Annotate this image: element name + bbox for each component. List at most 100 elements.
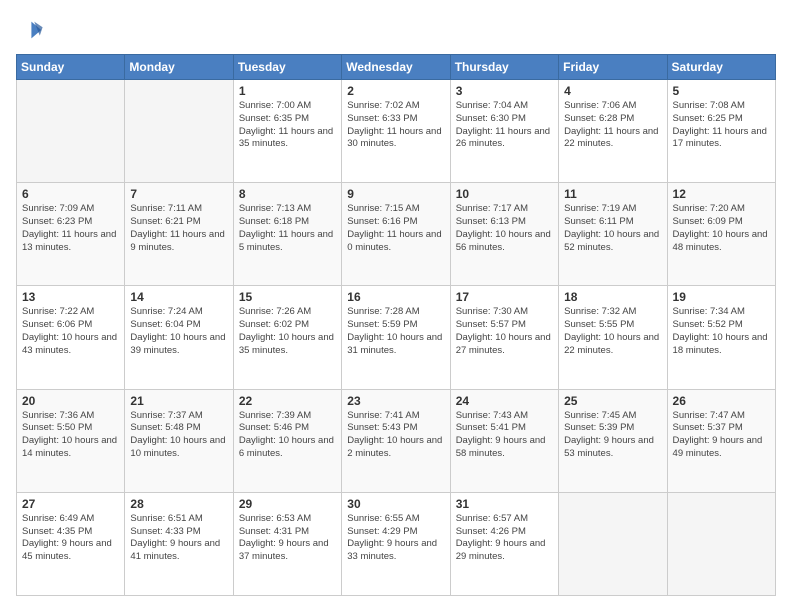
cell-sun-info: Sunrise: 7:39 AMSunset: 5:46 PMDaylight:… (239, 410, 336, 461)
cell-sun-info: Sunrise: 7:43 AMSunset: 5:41 PMDaylight:… (456, 410, 553, 461)
calendar-cell: 23 Sunrise: 7:41 AMSunset: 5:43 PMDayligh… (342, 389, 450, 492)
calendar-cell: 18 Sunrise: 7:32 AMSunset: 5:55 PMDayligh… (559, 286, 667, 389)
calendar-cell: 27 Sunrise: 6:49 AMSunset: 4:35 PMDayligh… (17, 492, 125, 595)
calendar-cell: 1Sunrise: 7:00 AMSunset: 6:35 PMDaylight… (233, 80, 341, 183)
day-number: 10 (456, 187, 553, 201)
calendar-cell: 21 Sunrise: 7:37 AMSunset: 5:48 PMDayligh… (125, 389, 233, 492)
cell-sun-info: Sunrise: 7:19 AMSunset: 6:11 PMDaylight:… (564, 203, 661, 254)
cell-sun-info: Sunrise: 6:49 AMSunset: 4:35 PMDaylight:… (22, 513, 119, 564)
weekday-header-sunday: Sunday (17, 55, 125, 80)
day-number: 4 (564, 84, 661, 98)
cell-sun-info: Sunrise: 7:30 AMSunset: 5:57 PMDaylight:… (456, 306, 553, 357)
weekday-header-monday: Monday (125, 55, 233, 80)
day-number: 14 (130, 290, 227, 304)
day-number: 11 (564, 187, 661, 201)
weekday-header-row: SundayMondayTuesdayWednesdayThursdayFrid… (17, 55, 776, 80)
calendar-cell: 2Sunrise: 7:02 AMSunset: 6:33 PMDaylight… (342, 80, 450, 183)
cell-sun-info: Sunrise: 7:08 AMSunset: 6:25 PMDaylight:… (673, 100, 770, 151)
cell-sun-info: Sunrise: 7:24 AMSunset: 6:04 PMDaylight:… (130, 306, 227, 357)
cell-sun-info: Sunrise: 7:34 AMSunset: 5:52 PMDaylight:… (673, 306, 770, 357)
weekday-header-wednesday: Wednesday (342, 55, 450, 80)
calendar-cell: 6 Sunrise: 7:09 AMSunset: 6:23 PMDaylight… (17, 183, 125, 286)
day-number: 29 (239, 497, 336, 511)
day-number: 17 (456, 290, 553, 304)
calendar-cell: 3 Sunrise: 7:04 AMSunset: 6:30 PMDaylight… (450, 80, 558, 183)
calendar-cell (125, 80, 233, 183)
calendar-cell: 10 Sunrise: 7:17 AMSunset: 6:13 PMDayligh… (450, 183, 558, 286)
calendar-cell (559, 492, 667, 595)
cell-sun-info: Sunrise: 7:36 AMSunset: 5:50 PMDaylight:… (22, 410, 119, 461)
calendar-cell: 7Sunrise: 7:11 AMSunset: 6:21 PMDaylight… (125, 183, 233, 286)
cell-sun-info: Sunrise: 7:47 AMSunset: 5:37 PMDaylight:… (673, 410, 770, 461)
week-row-4: 20 Sunrise: 7:36 AMSunset: 5:50 PMDayligh… (17, 389, 776, 492)
cell-sun-info: Sunrise: 7:11 AMSunset: 6:21 PMDaylight:… (130, 203, 227, 254)
cell-sun-info: Sunrise: 7:13 AMSunset: 6:18 PMDaylight:… (239, 203, 336, 254)
day-number: 19 (673, 290, 770, 304)
day-number: 21 (130, 394, 227, 408)
cell-sun-info: Sunrise: 7:45 AMSunset: 5:39 PMDaylight:… (564, 410, 661, 461)
header (16, 16, 776, 44)
calendar-cell: 20 Sunrise: 7:36 AMSunset: 5:50 PMDayligh… (17, 389, 125, 492)
week-row-2: 6 Sunrise: 7:09 AMSunset: 6:23 PMDaylight… (17, 183, 776, 286)
cell-sun-info: Sunrise: 7:37 AMSunset: 5:48 PMDaylight:… (130, 410, 227, 461)
day-number: 9 (347, 187, 444, 201)
cell-sun-info: Sunrise: 7:04 AMSunset: 6:30 PMDaylight:… (456, 100, 553, 151)
day-number: 18 (564, 290, 661, 304)
calendar-cell: 26 Sunrise: 7:47 AMSunset: 5:37 PMDayligh… (667, 389, 775, 492)
week-row-1: 1Sunrise: 7:00 AMSunset: 6:35 PMDaylight… (17, 80, 776, 183)
cell-sun-info: Sunrise: 7:32 AMSunset: 5:55 PMDaylight:… (564, 306, 661, 357)
calendar-cell: 8 Sunrise: 7:13 AMSunset: 6:18 PMDaylight… (233, 183, 341, 286)
logo (16, 16, 48, 44)
cell-sun-info: Sunrise: 7:22 AMSunset: 6:06 PMDaylight:… (22, 306, 119, 357)
week-row-5: 27 Sunrise: 6:49 AMSunset: 4:35 PMDayligh… (17, 492, 776, 595)
calendar-cell: 24 Sunrise: 7:43 AMSunset: 5:41 PMDayligh… (450, 389, 558, 492)
cell-sun-info: Sunrise: 6:57 AMSunset: 4:26 PMDaylight:… (456, 513, 553, 564)
day-number: 20 (22, 394, 119, 408)
cell-sun-info: Sunrise: 6:53 AMSunset: 4:31 PMDaylight:… (239, 513, 336, 564)
calendar-cell: 4Sunrise: 7:06 AMSunset: 6:28 PMDaylight… (559, 80, 667, 183)
calendar-cell: 14 Sunrise: 7:24 AMSunset: 6:04 PMDayligh… (125, 286, 233, 389)
cell-sun-info: Sunrise: 7:15 AMSunset: 6:16 PMDaylight:… (347, 203, 444, 254)
cell-sun-info: Sunrise: 7:26 AMSunset: 6:02 PMDaylight:… (239, 306, 336, 357)
cell-sun-info: Sunrise: 7:41 AMSunset: 5:43 PMDaylight:… (347, 410, 444, 461)
calendar-cell: 16Sunrise: 7:28 AMSunset: 5:59 PMDayligh… (342, 286, 450, 389)
day-number: 8 (239, 187, 336, 201)
calendar-cell: 11 Sunrise: 7:19 AMSunset: 6:11 PMDayligh… (559, 183, 667, 286)
calendar-cell: 19 Sunrise: 7:34 AMSunset: 5:52 PMDayligh… (667, 286, 775, 389)
cell-sun-info: Sunrise: 7:02 AMSunset: 6:33 PMDaylight:… (347, 100, 444, 151)
weekday-header-tuesday: Tuesday (233, 55, 341, 80)
week-row-3: 13 Sunrise: 7:22 AMSunset: 6:06 PMDayligh… (17, 286, 776, 389)
day-number: 13 (22, 290, 119, 304)
day-number: 23 (347, 394, 444, 408)
calendar-cell (667, 492, 775, 595)
calendar-cell: 31 Sunrise: 6:57 AMSunset: 4:26 PMDayligh… (450, 492, 558, 595)
cell-sun-info: Sunrise: 7:17 AMSunset: 6:13 PMDaylight:… (456, 203, 553, 254)
cell-sun-info: Sunrise: 7:28 AMSunset: 5:59 PMDaylight:… (347, 306, 444, 357)
calendar-cell: 30Sunrise: 6:55 AMSunset: 4:29 PMDayligh… (342, 492, 450, 595)
day-number: 31 (456, 497, 553, 511)
day-number: 22 (239, 394, 336, 408)
calendar-cell (17, 80, 125, 183)
cell-sun-info: Sunrise: 6:51 AMSunset: 4:33 PMDaylight:… (130, 513, 227, 564)
day-number: 30 (347, 497, 444, 511)
day-number: 24 (456, 394, 553, 408)
calendar-cell: 9 Sunrise: 7:15 AMSunset: 6:16 PMDaylight… (342, 183, 450, 286)
day-number: 25 (564, 394, 661, 408)
calendar-cell: 28 Sunrise: 6:51 AMSunset: 4:33 PMDayligh… (125, 492, 233, 595)
cell-sun-info: Sunrise: 7:20 AMSunset: 6:09 PMDaylight:… (673, 203, 770, 254)
calendar-cell: 17 Sunrise: 7:30 AMSunset: 5:57 PMDayligh… (450, 286, 558, 389)
day-number: 15 (239, 290, 336, 304)
calendar-table: SundayMondayTuesdayWednesdayThursdayFrid… (16, 54, 776, 596)
day-number: 1 (239, 84, 336, 98)
day-number: 27 (22, 497, 119, 511)
calendar-cell: 15 Sunrise: 7:26 AMSunset: 6:02 PMDayligh… (233, 286, 341, 389)
day-number: 26 (673, 394, 770, 408)
weekday-header-saturday: Saturday (667, 55, 775, 80)
calendar-cell: 22 Sunrise: 7:39 AMSunset: 5:46 PMDayligh… (233, 389, 341, 492)
page: SundayMondayTuesdayWednesdayThursdayFrid… (0, 0, 792, 612)
cell-sun-info: Sunrise: 7:09 AMSunset: 6:23 PMDaylight:… (22, 203, 119, 254)
day-number: 3 (456, 84, 553, 98)
day-number: 28 (130, 497, 227, 511)
calendar-cell: 25 Sunrise: 7:45 AMSunset: 5:39 PMDayligh… (559, 389, 667, 492)
day-number: 6 (22, 187, 119, 201)
